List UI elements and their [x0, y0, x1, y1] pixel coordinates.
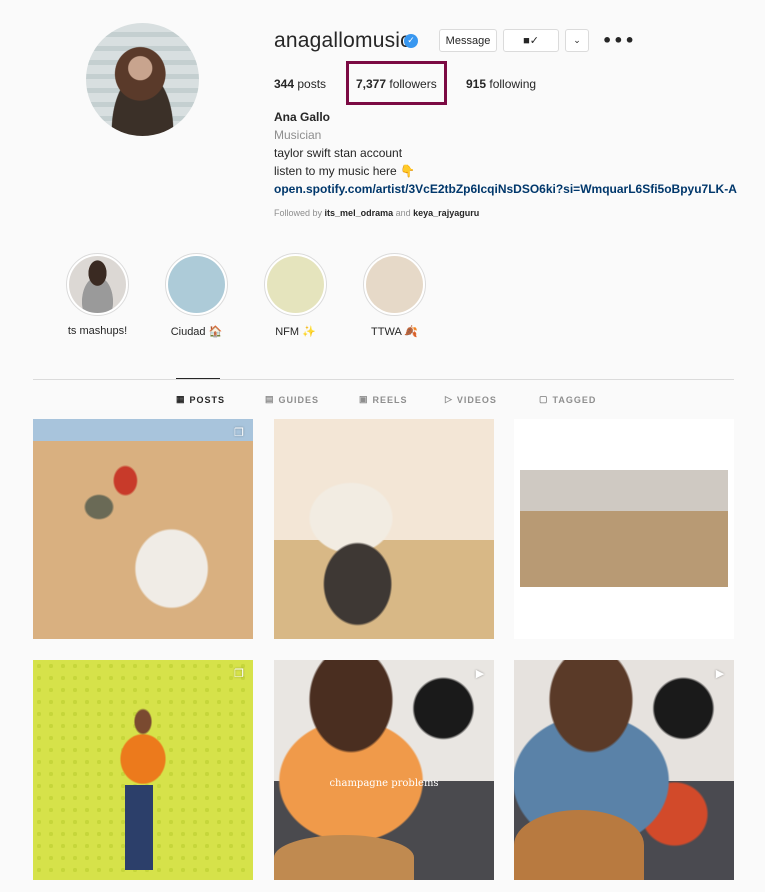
- post-image-detail: [274, 835, 414, 880]
- highlight-ring: [66, 253, 129, 316]
- post-thumbnail[interactable]: champagne problems ▶: [274, 660, 494, 880]
- post-image: [520, 470, 728, 587]
- following-button[interactable]: ■✓: [503, 29, 559, 52]
- story-highlight[interactable]: ts mashups!: [66, 253, 129, 337]
- posts-count-value: 344: [274, 77, 295, 91]
- highlight-cover: [69, 256, 126, 313]
- post-thumbnail[interactable]: [274, 419, 494, 639]
- tab-tagged[interactable]: ▢ TAGGED: [539, 394, 596, 405]
- highlight-ring: [264, 253, 327, 316]
- carousel-icon: ❐: [234, 426, 244, 439]
- followed-by-and: and: [395, 208, 411, 218]
- tab-videos[interactable]: ▷ VIDEOS: [445, 394, 497, 405]
- tagged-person-icon: ▢: [539, 394, 549, 404]
- suggested-accounts-button[interactable]: ⌄: [565, 29, 589, 52]
- post-thumbnail[interactable]: ❐: [33, 419, 253, 639]
- post-image-detail: [125, 785, 153, 870]
- following-count-value: 915: [466, 77, 487, 91]
- following-label: following: [489, 77, 537, 91]
- highlight-ring: [165, 253, 228, 316]
- post-thumbnail[interactable]: [514, 419, 734, 639]
- bio-category: Musician: [274, 128, 322, 142]
- story-highlight[interactable]: TTWA 🍂: [363, 253, 426, 338]
- tab-label: TAGGED: [552, 394, 597, 405]
- bio-line: taylor swift stan account: [274, 146, 403, 160]
- post-caption-overlay: champagne problems: [329, 778, 439, 789]
- guides-icon: ▤: [265, 394, 275, 404]
- highlight-cover: [366, 256, 423, 313]
- tab-reels[interactable]: ▣ REELS: [359, 394, 408, 405]
- verified-badge-icon: ✓: [404, 34, 418, 48]
- followers-highlight-box: [346, 61, 447, 105]
- grid-icon: ▦: [176, 394, 186, 404]
- message-button[interactable]: Message: [439, 29, 497, 52]
- tab-posts[interactable]: ▦ POSTS: [176, 394, 225, 405]
- reels-icon: ▣: [359, 394, 369, 404]
- highlight-label: TTWA 🍂: [371, 326, 418, 338]
- tab-label: VIDEOS: [456, 394, 497, 405]
- profile-avatar[interactable]: [86, 23, 199, 136]
- active-tab-indicator: [176, 378, 220, 379]
- story-highlight[interactable]: Ciudad 🏠: [165, 253, 228, 338]
- bio-spotify-link[interactable]: open.spotify.com/artist/3VcE2tbZp6IcqiNs…: [274, 182, 737, 196]
- following-link[interactable]: 915 following: [466, 77, 536, 91]
- highlight-ring: [363, 253, 426, 316]
- highlight-cover: [168, 256, 225, 313]
- person-check-icon: ■✓: [523, 35, 539, 47]
- highlight-label: Ciudad 🏠: [170, 326, 223, 338]
- tab-guides[interactable]: ▤ GUIDES: [265, 394, 319, 405]
- followed-by-user[interactable]: keya_rajyaguru: [413, 208, 479, 218]
- post-image-detail: [514, 810, 644, 880]
- post-thumbnail[interactable]: ❐: [33, 660, 253, 880]
- post-thumbnail[interactable]: ▶: [514, 660, 734, 880]
- tab-label: POSTS: [189, 394, 226, 405]
- play-circle-icon: ▷: [445, 394, 453, 404]
- followed-by: Followed by its_mel_odrama and keya_rajy…: [274, 208, 479, 218]
- chevron-down-icon: ⌄: [573, 35, 581, 45]
- carousel-icon: ❐: [234, 667, 244, 680]
- highlight-cover: [267, 256, 324, 313]
- bio-line: listen to my music here 👇: [274, 164, 415, 178]
- tabs-divider: [33, 379, 734, 380]
- tab-label: REELS: [372, 394, 408, 405]
- more-options-icon[interactable]: •••: [602, 31, 636, 50]
- followed-by-user[interactable]: its_mel_odrama: [325, 208, 394, 218]
- reel-icon: ▶: [715, 667, 725, 680]
- posts-label: posts: [297, 77, 327, 91]
- story-highlight[interactable]: NFM ✨: [264, 253, 327, 338]
- highlight-label: NFM ✨: [275, 326, 316, 338]
- profile-username: anagallomusic: [274, 29, 411, 52]
- bio-full-name: Ana Gallo: [274, 110, 331, 124]
- posts-count: 344 posts: [274, 77, 326, 91]
- highlight-label: ts mashups!: [67, 325, 128, 337]
- followed-by-prefix: Followed by: [274, 208, 323, 218]
- tab-label: GUIDES: [278, 394, 320, 405]
- reel-icon: ▶: [475, 667, 485, 680]
